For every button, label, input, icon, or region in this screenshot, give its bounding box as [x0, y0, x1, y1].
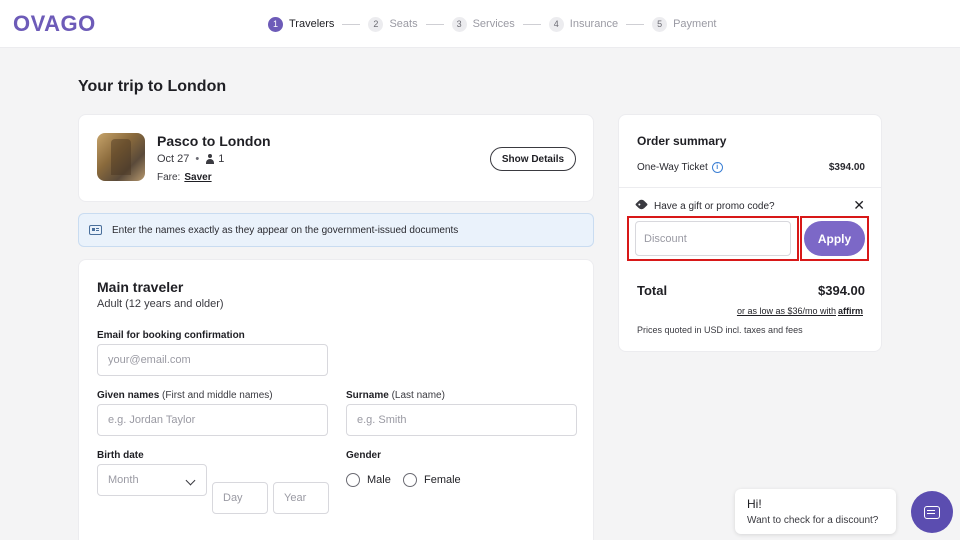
ticket-label-group: One-Way Ticket i — [637, 162, 723, 173]
step-number: 5 — [652, 16, 668, 32]
step-label: Insurance — [569, 18, 619, 30]
step-number: 4 — [548, 16, 564, 32]
step-divider — [342, 23, 361, 25]
step-label: Services — [472, 18, 515, 30]
given-names-hint: (First and middle names) — [162, 390, 273, 401]
ovago-logo[interactable]: OVAGO — [13, 11, 96, 37]
total-price: $394.00 — [818, 283, 865, 298]
step-number: 2 — [368, 16, 384, 32]
fare-type-link[interactable]: Saver — [184, 172, 211, 183]
total-row: Total $394.00 — [637, 283, 865, 298]
traveler-form: Main traveler Adult (12 years and older)… — [78, 259, 594, 540]
radio-circle[interactable] — [403, 473, 417, 487]
chat-question: Want to check for a discount? — [747, 515, 879, 526]
promo-label: Have a gift or promo code? — [654, 200, 775, 212]
apply-highlight: Apply — [800, 216, 869, 261]
fare-label: Fare: — [157, 172, 181, 183]
apply-button[interactable]: Apply — [804, 221, 865, 256]
step-insurance[interactable]: 4 Insurance — [548, 16, 619, 32]
affirm-link[interactable]: or as low as $36/mo with affirm — [737, 306, 863, 316]
surname-field[interactable]: e.g. Smith — [346, 404, 577, 436]
email-field[interactable]: your@email.com — [97, 344, 328, 376]
chat-bubble[interactable]: Hi! Want to check for a discount? — [735, 489, 896, 534]
given-names-field[interactable]: e.g. Jordan Taylor — [97, 404, 328, 436]
summary-divider — [619, 187, 881, 188]
london-thumbnail — [97, 133, 145, 181]
fare-info: Fare: Saver — [157, 172, 212, 183]
passenger-count: 1 — [218, 153, 225, 165]
tag-icon — [635, 197, 648, 211]
gender-male-radio[interactable]: Male — [346, 473, 391, 487]
top-header: OVAGO 1 Travelers 2 Seats 3 Services 4 I… — [0, 0, 960, 48]
chat-button[interactable] — [911, 491, 953, 533]
close-icon[interactable]: ✕ — [853, 197, 865, 214]
step-services[interactable]: 3 Services — [451, 16, 515, 32]
step-divider — [425, 23, 444, 25]
birth-date-label: Birth date — [97, 450, 144, 461]
month-placeholder: Month — [108, 474, 139, 486]
price-note: Prices quoted in USD incl. taxes and fee… — [637, 325, 803, 335]
gender-male-label: Male — [367, 474, 391, 486]
affirm-text: or as low as $36/mo with — [736, 306, 836, 316]
step-travelers[interactable]: 1 Travelers — [268, 16, 335, 32]
gender-female-radio[interactable]: Female — [403, 473, 461, 487]
step-seats[interactable]: 2 Seats — [368, 16, 418, 32]
step-payment[interactable]: 5 Payment — [652, 16, 717, 32]
id-card-icon — [89, 225, 102, 235]
traveler-title: Main traveler — [97, 279, 184, 295]
promo-header: Have a gift or promo code? ✕ — [635, 197, 865, 214]
discount-input[interactable]: Discount — [635, 221, 791, 256]
step-number: 1 — [268, 16, 283, 32]
gender-female-label: Female — [424, 474, 461, 486]
promo-label-group: Have a gift or promo code? — [635, 197, 775, 212]
info-icon[interactable]: i — [711, 162, 723, 173]
given-names-label-text: Given names — [97, 390, 160, 401]
year-field[interactable]: Year — [273, 482, 329, 514]
document-notice: Enter the names exactly as they appear o… — [78, 213, 594, 247]
step-divider — [626, 23, 645, 25]
step-label: Travelers — [289, 18, 335, 30]
order-summary: Order summary One-Way Ticket i $394.00 Ha… — [618, 114, 882, 352]
day-field[interactable]: Day — [212, 482, 268, 514]
chat-icon — [924, 505, 940, 519]
trip-date: Oct 27 — [157, 153, 190, 165]
show-details-button[interactable]: Show Details — [490, 147, 576, 171]
step-label: Seats — [389, 18, 418, 30]
discount-highlight: Discount — [627, 216, 799, 261]
affirm-logo: affirm — [837, 306, 863, 316]
page-title: Your trip to London — [78, 78, 227, 95]
step-label: Payment — [673, 18, 717, 30]
summary-title: Order summary — [637, 134, 727, 148]
total-label: Total — [637, 283, 668, 298]
chat-greeting: Hi! — [747, 497, 762, 511]
surname-hint: (Last name) — [391, 390, 445, 401]
step-number: 3 — [451, 16, 467, 32]
checkout-steps: 1 Travelers 2 Seats 3 Services 4 Insuran… — [268, 15, 717, 33]
flight-card: Pasco to London Oct 27 • 1 Fare: Saver Sh… — [78, 114, 594, 202]
separator-dot: • — [195, 153, 200, 165]
ticket-label: One-Way Ticket — [637, 162, 708, 174]
ticket-price: $394.00 — [828, 162, 865, 174]
email-label: Email for booking confirmation — [97, 330, 245, 341]
ticket-row: One-Way Ticket i $394.00 — [637, 162, 865, 173]
route-title: Pasco to London — [157, 133, 271, 149]
trip-meta: Oct 27 • 1 — [157, 153, 224, 165]
gender-label: Gender — [346, 450, 382, 461]
given-names-label: Given names (First and middle names) — [97, 390, 273, 401]
surname-label-text: Surname — [346, 390, 389, 401]
chevron-down-icon — [185, 475, 196, 486]
radio-circle[interactable] — [346, 473, 360, 487]
step-divider — [522, 23, 541, 25]
traveler-subtitle: Adult (12 years and older) — [97, 298, 224, 310]
month-select[interactable]: Month — [97, 464, 207, 496]
surname-label: Surname (Last name) — [346, 390, 445, 401]
notice-text: Enter the names exactly as they appear o… — [112, 224, 459, 236]
person-icon — [205, 154, 215, 164]
